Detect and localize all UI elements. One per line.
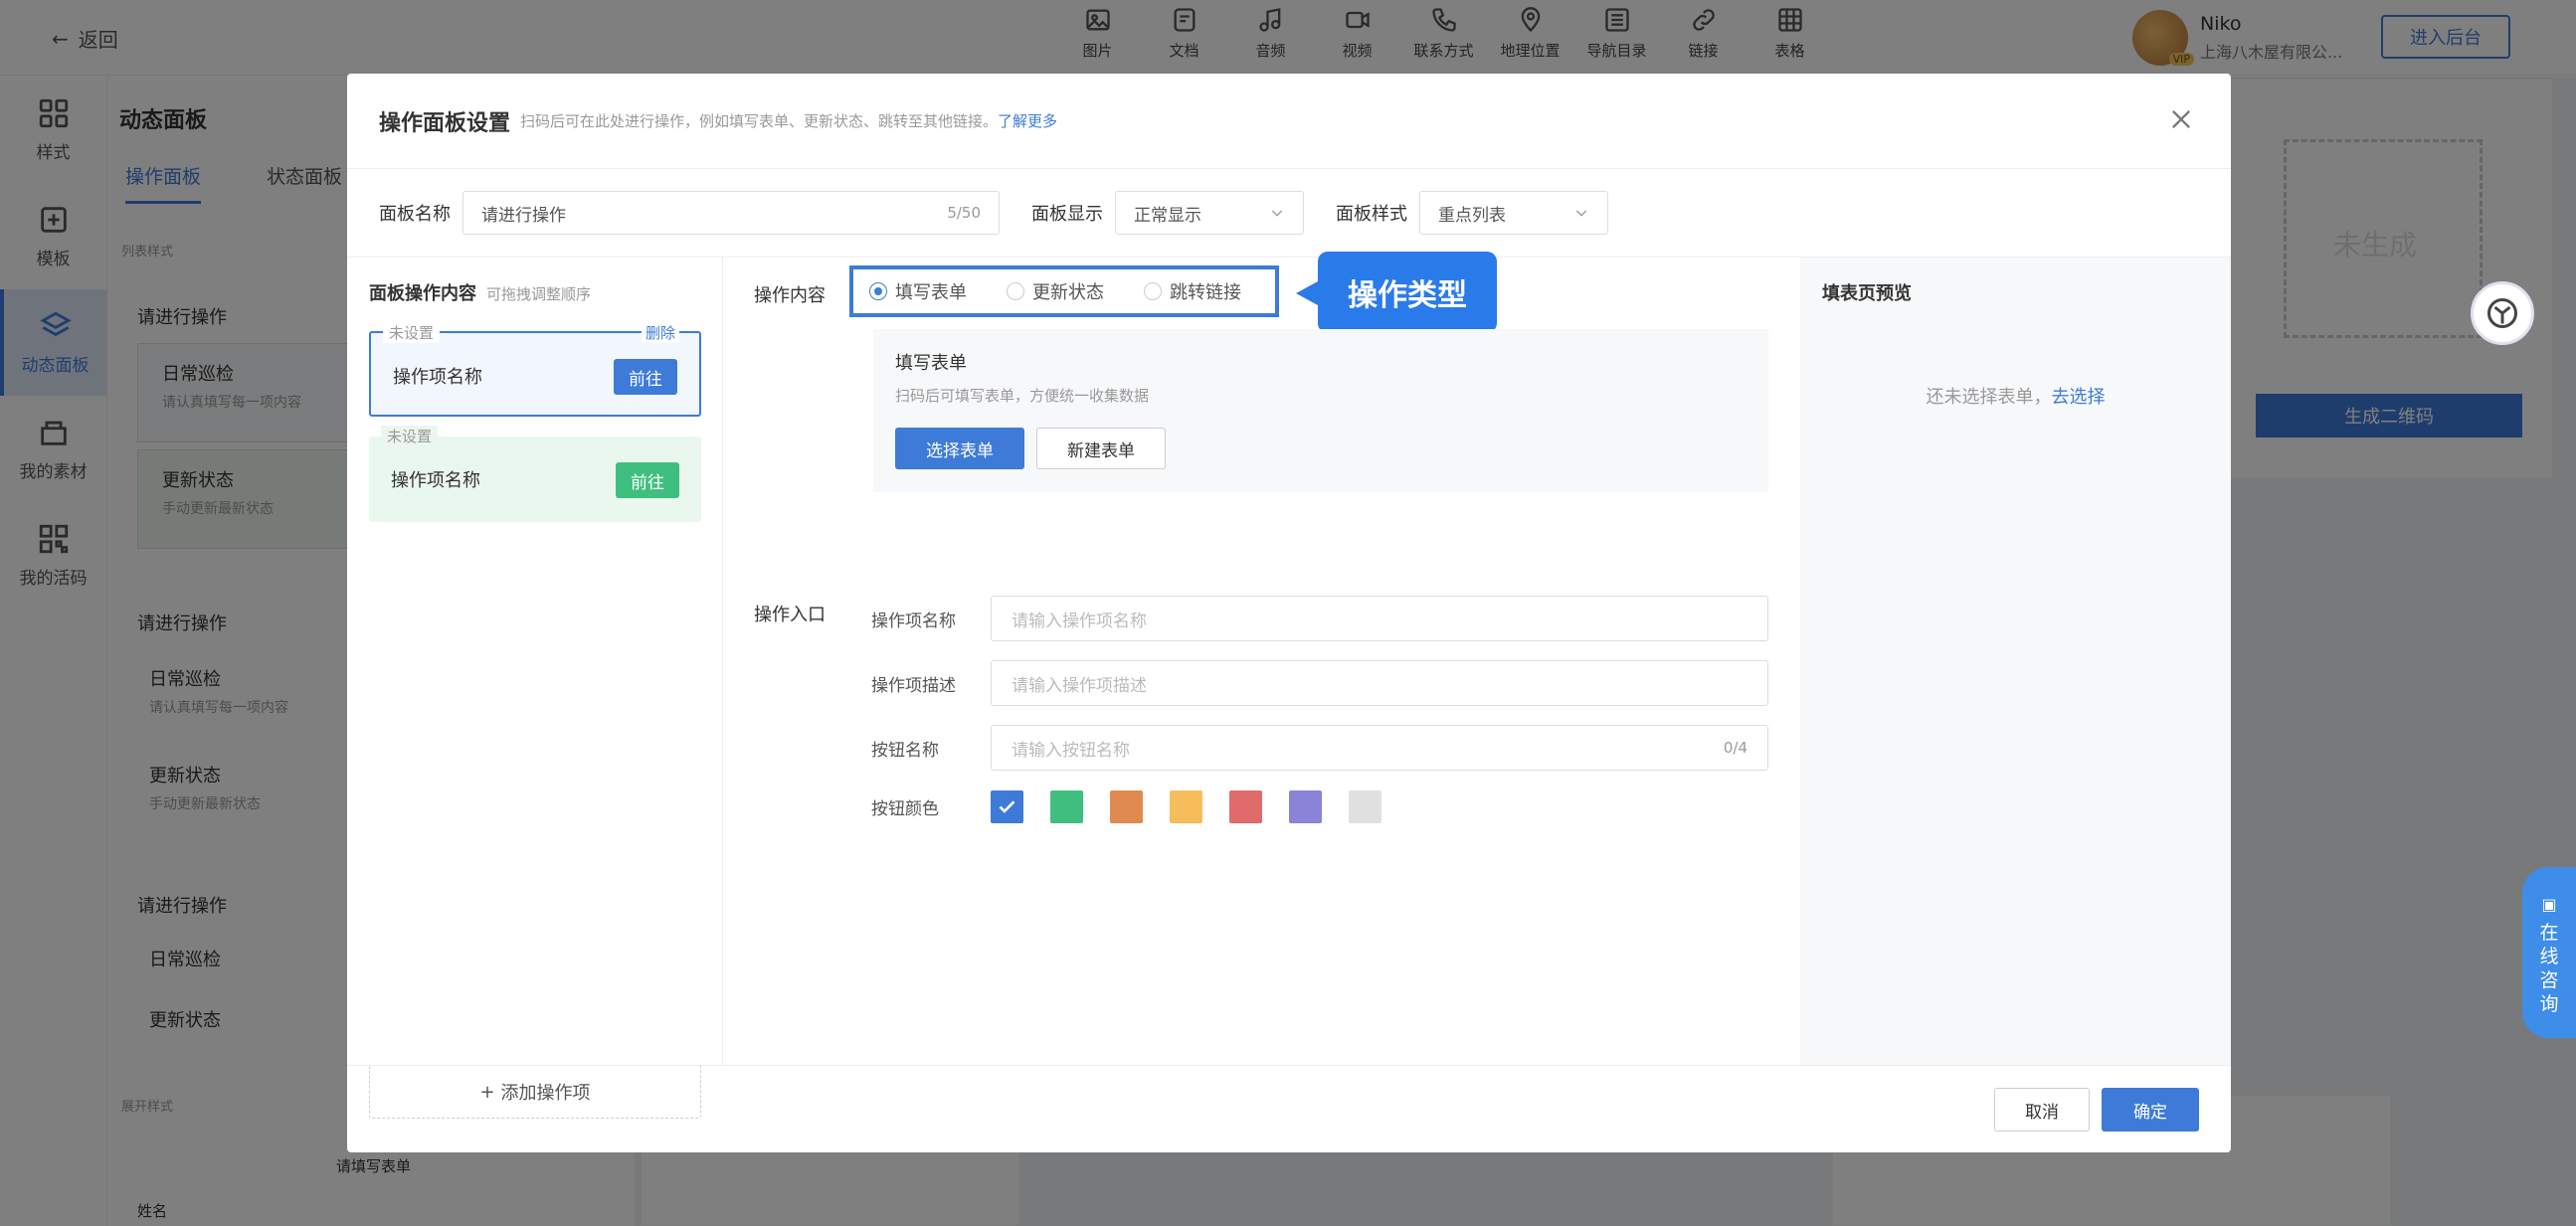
panel-settings-row: 面板名称 请进行操作 5/50 面板显示 正常显示 面板样式 重点列表 [379,191,1608,235]
new-form-button[interactable]: 新建表单 [1036,428,1166,469]
radio-update-status[interactable]: 更新状态 [1007,278,1104,304]
form-preview-empty: 还未选择表单，去选择 [1800,383,2231,409]
item-name-label: 操作项名称 [871,611,956,631]
operation-card[interactable]: 未设置 操作项名称 前往 [369,426,701,522]
radio-dot [1007,282,1024,300]
item-desc-input[interactable]: 请输入操作项描述 [991,660,1768,706]
operation-list-header: 面板操作内容 可拖拽调整顺序 [369,279,591,305]
close-icon[interactable] [2167,105,2195,133]
learn-more-link[interactable]: 了解更多 [998,112,1057,130]
operation-type-callout: 操作类型 [1296,252,1497,333]
color-swatches [991,790,1381,823]
consult-char: 咨 [2539,969,2559,991]
button-color-label: 按钮颜色 [871,799,939,819]
hint-text: 扫码后可在此处进行操作，例如填写表单、更新状态、跳转至其他链接。 [520,112,999,130]
dialog-hint: 扫码后可在此处进行操作，例如填写表单、更新状态、跳转至其他链接。了解更多 [520,110,1057,131]
panel-display-select[interactable]: 正常显示 [1115,191,1304,235]
item-name-row: 操作项名称 请输入操作项名称 [871,596,1768,641]
radio-label: 填写表单 [895,282,967,303]
button-name-label: 按钮名称 [871,740,939,761]
operation-detail-column: 操作内容 填写表单 更新状态 跳转链接 操作类型 填写表单 扫码后可填写表单，方… [724,252,1800,1065]
radio-dot [1144,282,1162,300]
operation-card-selected[interactable]: 未设置 删除 操作项名称 前往 [369,322,701,417]
operation-content-label: 操作内容 [754,285,826,306]
panel-name-label: 面板名称 [379,204,451,225]
item-desc-label: 操作项描述 [871,675,956,696]
input-value: 请进行操作 [481,205,566,226]
radio-jump-link[interactable]: 跳转链接 [1144,278,1241,304]
select-form-button[interactable]: 选择表单 [895,428,1024,469]
color-swatch[interactable] [1229,790,1262,823]
card-tag: 未设置 [383,322,441,343]
item-desc-row: 操作项描述 请输入操作项描述 [871,660,1768,706]
panel-style-select[interactable]: 重点列表 [1419,191,1608,235]
consult-char: 线 [2539,946,2559,967]
panel-name-input[interactable]: 请进行操作 5/50 [462,191,1000,235]
button-name-row: 按钮名称 请输入按钮名称 0/4 [871,725,1768,771]
placeholder: 请输入操作项描述 [1012,675,1147,696]
color-swatch[interactable] [1349,790,1381,823]
panel-style-label: 面板样式 [1336,204,1407,225]
operation-panel-settings-dialog: 操作面板设置 扫码后可在此处进行操作，例如填写表单、更新状态、跳转至其他链接。了… [347,74,2231,1152]
card-name: 操作项名称 [393,367,482,388]
color-swatch[interactable] [1110,790,1143,823]
chevron-down-icon [1575,210,1587,217]
char-count: 0/4 [1723,739,1748,757]
operation-list-column: 面板操作内容 可拖拽调整顺序 未设置 删除 操作项名称 前往 未设置 操作项名称 … [347,258,723,1119]
check-icon [999,800,1015,813]
dialog-header: 操作面板设置 扫码后可在此处进行操作，例如填写表单、更新状态、跳转至其他链接。了… [347,74,2231,169]
form-box-title: 填写表单 [895,353,967,374]
radio-dot [869,282,887,300]
radio-label: 更新状态 [1032,282,1104,303]
empty-text: 还未选择表单， [1926,387,2052,408]
color-swatch[interactable] [1050,790,1083,823]
placeholder: 请输入操作项名称 [1012,611,1147,631]
delete-link[interactable]: 删除 [641,322,679,343]
select-value: 重点列表 [1438,205,1506,226]
header-text: 面板操作内容 [369,283,476,304]
go-button: 前往 [616,462,679,498]
select-value: 正常显示 [1134,205,1201,226]
color-swatch[interactable] [1170,790,1202,823]
button-color-row: 按钮颜色 [871,790,1381,823]
placeholder: 请输入按钮名称 [1012,740,1130,761]
card-tag: 未设置 [381,426,439,446]
chat-icon: ▣ [2541,895,2557,914]
form-config-box: 填写表单 扫码后可填写表单，方便统一收集数据 选择表单 新建表单 [873,329,1768,492]
color-swatch[interactable] [991,790,1023,823]
go-button: 前往 [614,359,677,395]
go-select-link[interactable]: 去选择 [2052,387,2106,408]
dialog-title: 操作面板设置 [379,110,511,136]
form-preview-column: 填表页预览 还未选择表单，去选择 [1800,258,2231,1065]
color-swatch[interactable] [1289,790,1322,823]
operation-entry-label: 操作入口 [754,605,826,625]
header-hint: 可拖拽调整顺序 [486,285,592,303]
confirm-button[interactable]: 确定 [2102,1088,2199,1132]
chevron-down-icon [1271,210,1283,217]
assistant-fab[interactable] [2471,281,2534,345]
operation-type-radio-group: 填写表单 更新状态 跳转链接 [849,265,1279,317]
consult-char: 在 [2539,922,2559,944]
char-count: 5/50 [947,204,981,222]
radio-label: 跳转链接 [1170,282,1241,303]
form-box-desc: 扫码后可填写表单，方便统一收集数据 [895,387,1150,405]
card-name: 操作项名称 [391,470,480,491]
assistant-icon [2487,298,2517,328]
radio-fill-form[interactable]: 填写表单 [869,278,967,304]
online-consult-button[interactable]: ▣ 在 线 咨 询 [2522,867,2576,1038]
cancel-button[interactable]: 取消 [1994,1088,2090,1132]
item-name-input[interactable]: 请输入操作项名称 [991,596,1768,641]
panel-display-label: 面板显示 [1031,204,1103,225]
dialog-footer: 取消 确定 [347,1065,2231,1152]
form-preview-header: 填表页预览 [1822,283,1912,304]
button-name-input[interactable]: 请输入按钮名称 0/4 [991,725,1768,771]
consult-char: 询 [2539,993,2559,1015]
